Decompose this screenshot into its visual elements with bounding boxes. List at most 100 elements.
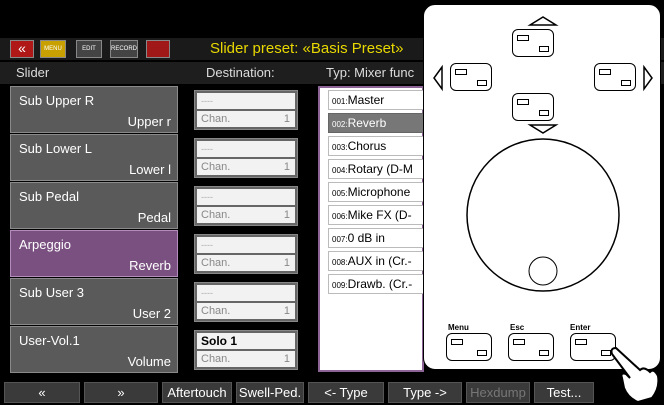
menu-key[interactable] bbox=[446, 333, 492, 361]
arrow-up-icon bbox=[527, 16, 559, 26]
softkey-button[interactable]: » bbox=[84, 382, 158, 403]
dial-grip bbox=[528, 256, 558, 286]
slider-button[interactable]: Sub Pedal Pedal bbox=[10, 182, 178, 229]
slider-column-label: Slider bbox=[16, 65, 50, 80]
destination-field[interactable]: ---- Chan. 1 bbox=[194, 90, 298, 130]
slider-target: Upper r bbox=[127, 114, 171, 129]
back-icon[interactable]: « bbox=[10, 40, 34, 58]
arrow-right-icon bbox=[643, 64, 653, 92]
function-list-item[interactable]: 008:AUX in (Cr.- bbox=[328, 251, 424, 271]
function-label: Rotary (D-M bbox=[347, 162, 413, 176]
pointing-hand-icon bbox=[610, 346, 660, 404]
destination-field[interactable]: ---- Chan. 1 bbox=[194, 138, 298, 178]
slider-name: Sub Pedal bbox=[19, 189, 79, 204]
function-list-item[interactable]: 009:Drawb. (Cr.- bbox=[328, 274, 424, 294]
left-key[interactable] bbox=[450, 63, 492, 91]
destination-value: ---- bbox=[197, 237, 295, 253]
type-column-label: Typ: Mixer func bbox=[326, 65, 415, 80]
destination-value: Solo 1 bbox=[197, 333, 295, 349]
edit-icon[interactable]: EDIT bbox=[76, 40, 102, 58]
function-number: 008: bbox=[332, 258, 348, 267]
menu-icon[interactable]: MENU bbox=[40, 40, 66, 58]
function-list-item[interactable]: 006:Mike FX (D- bbox=[328, 205, 424, 225]
slider-name: Arpeggio bbox=[19, 237, 72, 252]
channel-number: 1 bbox=[283, 353, 290, 365]
channel-field: Chan. 1 bbox=[197, 303, 295, 319]
function-label: Drawb. (Cr.- bbox=[347, 277, 413, 291]
slider-target: Volume bbox=[127, 354, 171, 369]
slider-button[interactable]: Sub Lower L Lower l bbox=[10, 134, 178, 181]
function-list-item[interactable]: 001:Master bbox=[328, 90, 424, 110]
function-label: 0 dB in bbox=[347, 231, 385, 245]
stop-icon[interactable] bbox=[146, 40, 170, 58]
arrow-left-icon bbox=[433, 64, 443, 92]
record-icon[interactable]: RECORD bbox=[110, 40, 138, 58]
channel-number: 1 bbox=[283, 161, 290, 173]
slider-name: Sub User 3 bbox=[19, 285, 85, 300]
up-key[interactable] bbox=[512, 29, 554, 57]
channel-label: Chan. bbox=[201, 209, 231, 221]
channel-label: Chan. bbox=[201, 113, 231, 125]
destination-column-label: Destination: bbox=[206, 65, 275, 80]
slider-button[interactable]: Sub User 3 User 2 bbox=[10, 278, 178, 325]
destination-value: ---- bbox=[197, 141, 295, 157]
function-number: 006: bbox=[332, 212, 348, 221]
function-number: 009: bbox=[332, 281, 348, 290]
softkey-button[interactable]: Aftertouch bbox=[162, 382, 232, 403]
function-label: Master bbox=[347, 93, 385, 107]
function-number: 002: bbox=[332, 120, 348, 129]
channel-label: Chan. bbox=[201, 353, 231, 365]
menu-key-label: Menu bbox=[448, 323, 469, 332]
function-number: 005: bbox=[332, 189, 348, 198]
channel-field: Chan. 1 bbox=[197, 351, 295, 367]
channel-field: Chan. 1 bbox=[197, 111, 295, 127]
slider-button[interactable]: User-Vol.1 Volume bbox=[10, 326, 178, 373]
destination-field[interactable]: ---- Chan. 1 bbox=[194, 186, 298, 226]
function-label: Reverb bbox=[347, 116, 387, 130]
destination-value: ---- bbox=[197, 189, 295, 205]
function-label: Microphone bbox=[347, 185, 411, 199]
down-key[interactable] bbox=[512, 93, 554, 121]
function-number: 001: bbox=[332, 97, 348, 106]
enter-key-label: Enter bbox=[570, 323, 591, 332]
softkey-button[interactable]: Type -> bbox=[388, 382, 462, 403]
softkey-button[interactable]: Test... bbox=[534, 382, 594, 403]
channel-field: Chan. 1 bbox=[197, 255, 295, 271]
destination-field[interactable]: ---- Chan. 1 bbox=[194, 282, 298, 322]
channel-field: Chan. 1 bbox=[197, 207, 295, 223]
softkey-bar: «» Aftertouch Swell-Ped. <- Type Type -> Hexd… bbox=[0, 380, 664, 405]
right-key[interactable] bbox=[594, 63, 636, 91]
destination-field[interactable]: Solo 1 Chan. 1 bbox=[194, 330, 298, 370]
slider-target: Pedal bbox=[137, 210, 171, 225]
arrow-down-icon bbox=[527, 124, 559, 134]
destination-value: ---- bbox=[197, 285, 295, 301]
channel-label: Chan. bbox=[201, 305, 231, 317]
slider-button[interactable]: Arpeggio Reverb bbox=[10, 230, 178, 277]
function-number: 007: bbox=[332, 235, 348, 244]
channel-field: Chan. 1 bbox=[197, 159, 295, 175]
function-list-item[interactable]: 003:Chorus bbox=[328, 136, 424, 156]
slider-name: Sub Lower L bbox=[19, 141, 92, 156]
function-list[interactable]: 001:Master 002:Reverb 003:Chorus 004:Rotary… bbox=[318, 86, 424, 372]
softkey-button[interactable]: Hexdump bbox=[466, 382, 530, 403]
function-list-item[interactable]: 007:0 dB in bbox=[328, 228, 424, 248]
function-list-item[interactable]: 004:Rotary (D-M bbox=[328, 159, 424, 179]
channel-number: 1 bbox=[283, 305, 290, 317]
destination-field[interactable]: ---- Chan. 1 bbox=[194, 234, 298, 274]
softkey-button[interactable]: <- Type bbox=[308, 382, 384, 403]
channel-number: 1 bbox=[283, 209, 290, 221]
esc-key[interactable] bbox=[508, 333, 554, 361]
softkey-button[interactable]: Swell-Ped. bbox=[236, 382, 304, 403]
esc-key-label: Esc bbox=[510, 323, 525, 332]
function-number: 003: bbox=[332, 143, 348, 152]
function-label: Chorus bbox=[347, 139, 387, 153]
softkey-button[interactable]: « bbox=[4, 382, 80, 403]
function-label: Mike FX (D- bbox=[347, 208, 412, 222]
function-list-item[interactable]: 002:Reverb bbox=[328, 113, 424, 133]
destination-value: ---- bbox=[197, 93, 295, 109]
slider-target: User 2 bbox=[132, 306, 171, 321]
panel-graphics bbox=[433, 16, 653, 292]
function-list-item[interactable]: 005:Microphone bbox=[328, 182, 424, 202]
page-title: Slider preset: «Basis Preset» bbox=[210, 40, 404, 57]
slider-button[interactable]: Sub Upper R Upper r bbox=[10, 86, 178, 133]
